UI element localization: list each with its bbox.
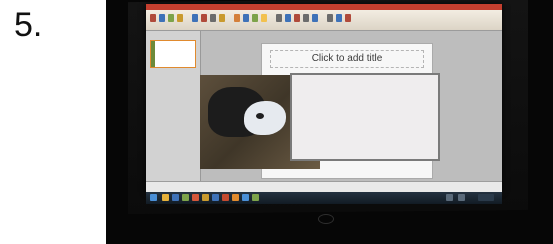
step-number: 5. bbox=[14, 6, 43, 44]
taskbar-app-icon[interactable] bbox=[172, 194, 179, 201]
animal-eye bbox=[256, 113, 264, 119]
slide-thumbnail[interactable] bbox=[150, 40, 196, 68]
taskbar-app-icon[interactable] bbox=[252, 194, 259, 201]
ribbon-icon[interactable] bbox=[201, 14, 207, 22]
slide-editor-area: Click to add title bbox=[200, 31, 502, 181]
windows-start-icon[interactable] bbox=[150, 194, 157, 201]
ribbon-icon[interactable] bbox=[336, 14, 342, 22]
ribbon-icon[interactable] bbox=[303, 14, 309, 22]
ribbon-icon[interactable] bbox=[243, 14, 249, 22]
ribbon-toolbar bbox=[146, 10, 502, 31]
ribbon-icon[interactable] bbox=[168, 14, 174, 22]
ribbon-icon[interactable] bbox=[192, 14, 198, 22]
taskbar-app-icon[interactable] bbox=[242, 194, 249, 201]
ribbon-icon[interactable] bbox=[312, 14, 318, 22]
ribbon-icon[interactable] bbox=[261, 14, 267, 22]
monitor-photo: Click to add title bbox=[106, 0, 553, 244]
ribbon-icon[interactable] bbox=[252, 14, 258, 22]
taskbar-app-icon[interactable] bbox=[192, 194, 199, 201]
system-tray-icon[interactable] bbox=[458, 194, 465, 201]
animal-head bbox=[244, 101, 286, 135]
ribbon-icon[interactable] bbox=[219, 14, 225, 22]
monitor-logo bbox=[318, 214, 334, 224]
taskbar-app-icon[interactable] bbox=[232, 194, 239, 201]
ribbon-icon[interactable] bbox=[150, 14, 156, 22]
system-tray-icon[interactable] bbox=[446, 194, 453, 201]
taskbar-app-icon[interactable] bbox=[162, 194, 169, 201]
ribbon-icon[interactable] bbox=[276, 14, 282, 22]
taskbar-app-icon[interactable] bbox=[182, 194, 189, 201]
ribbon-icon[interactable] bbox=[294, 14, 300, 22]
ribbon-icon[interactable] bbox=[210, 14, 216, 22]
taskbar-app-icon[interactable] bbox=[202, 194, 209, 201]
ribbon-icon[interactable] bbox=[234, 14, 240, 22]
title-placeholder[interactable]: Click to add title bbox=[270, 50, 424, 68]
ribbon-icon[interactable] bbox=[159, 14, 165, 22]
clock-icon[interactable] bbox=[478, 194, 494, 201]
taskbar bbox=[146, 192, 502, 204]
notes-pane[interactable] bbox=[146, 181, 502, 192]
powerpoint-window: Click to add title bbox=[146, 4, 502, 192]
ribbon-icon[interactable] bbox=[345, 14, 351, 22]
slide-thumbnail-panel bbox=[146, 31, 201, 181]
selected-shape[interactable] bbox=[290, 73, 440, 161]
ribbon-icon[interactable] bbox=[285, 14, 291, 22]
thumbnail-image-strip bbox=[151, 41, 155, 67]
ribbon-icon[interactable] bbox=[327, 14, 333, 22]
ribbon-icon[interactable] bbox=[177, 14, 183, 22]
powerpoint-icon[interactable] bbox=[222, 194, 229, 201]
taskbar-app-icon[interactable] bbox=[212, 194, 219, 201]
